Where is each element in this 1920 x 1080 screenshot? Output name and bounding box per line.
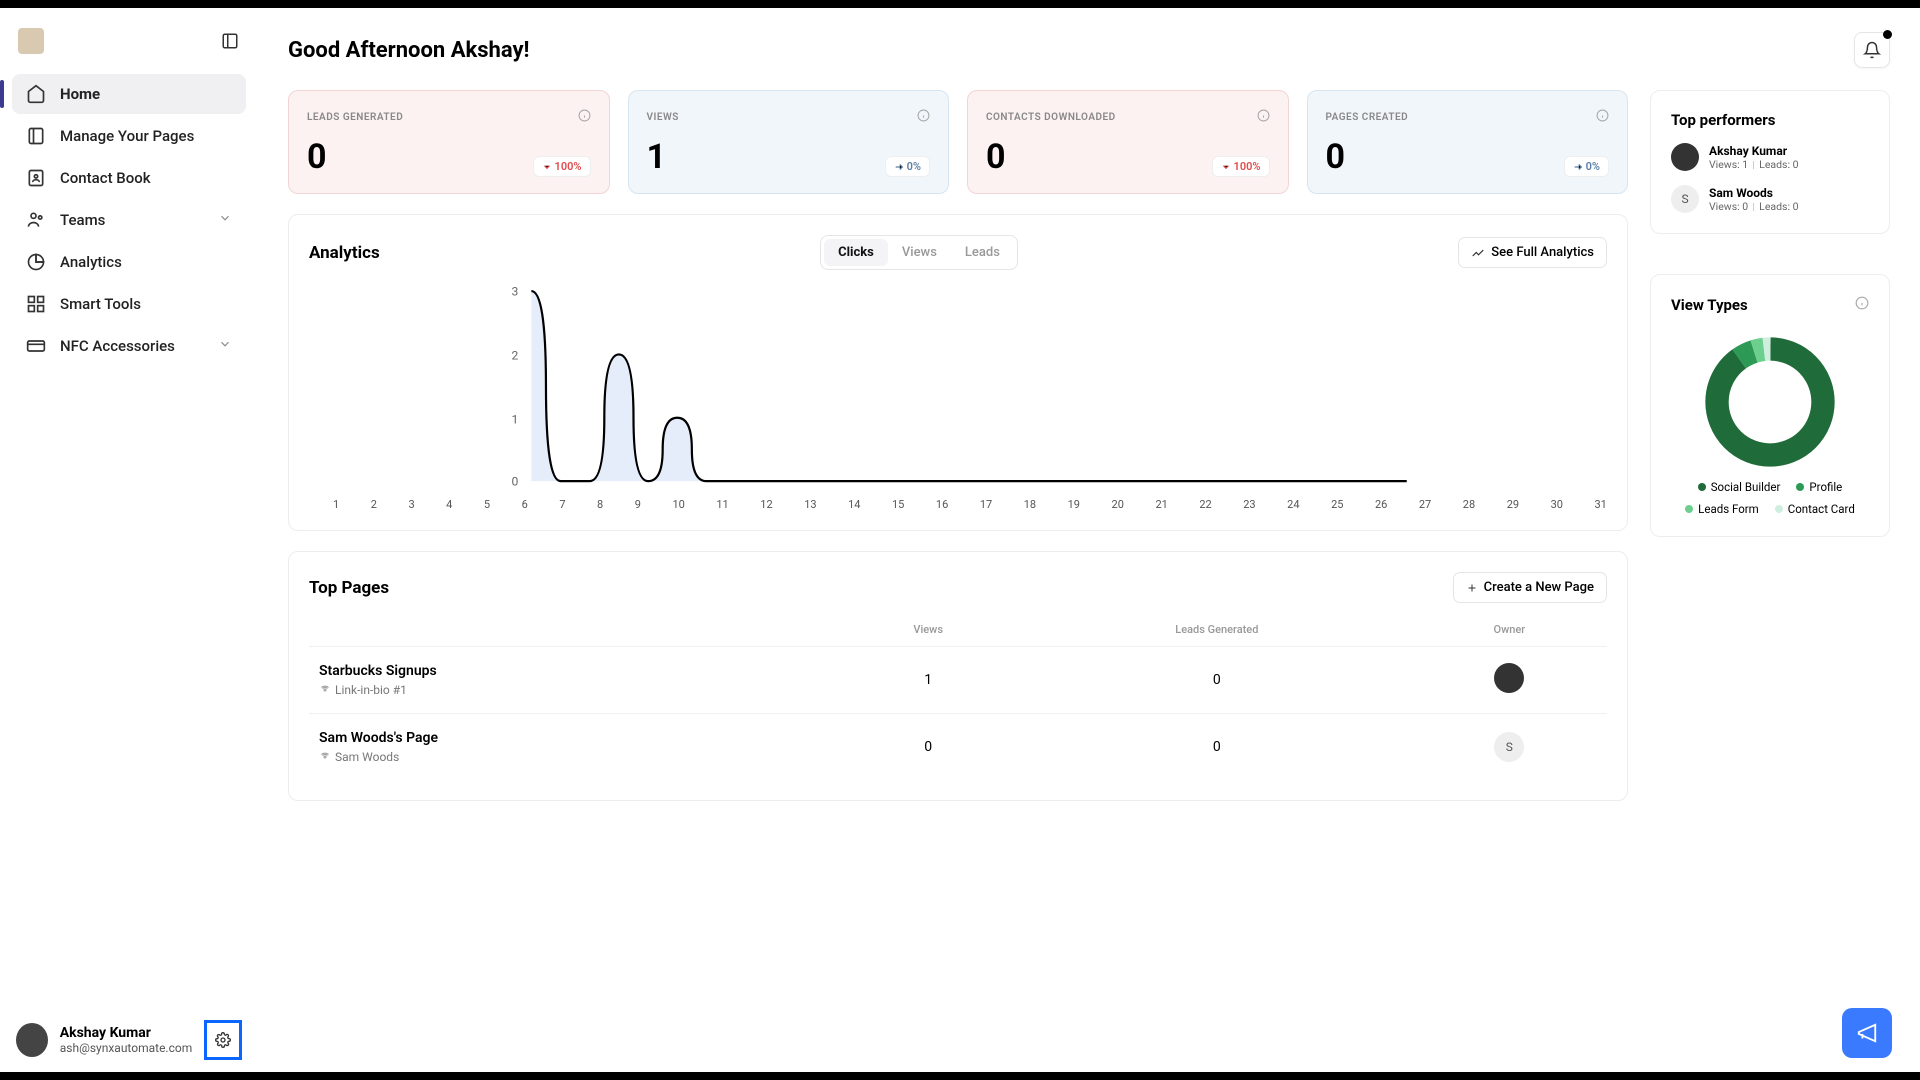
legend-item: Contact Card [1775, 502, 1855, 516]
sidebar-item-contact-book[interactable]: Contact Book [12, 158, 246, 198]
avatar: S [1671, 185, 1699, 213]
svg-text:1: 1 [511, 413, 518, 427]
brand-logo[interactable] [18, 28, 44, 54]
chevron-down-icon [218, 337, 232, 355]
sidebar-item-home[interactable]: Home [12, 74, 246, 114]
sidebar-item-nfc-accessories[interactable]: NFC Accessories [12, 326, 246, 366]
analytics-chart: 3 2 1 0 [309, 280, 1607, 490]
info-icon[interactable] [917, 109, 930, 125]
nav-icon [26, 126, 46, 146]
svg-text:3: 3 [511, 284, 518, 298]
user-avatar[interactable] [16, 1023, 48, 1057]
avatar [1671, 143, 1699, 171]
analytics-tabs: ClicksViewsLeads [820, 235, 1018, 270]
nav-icon [26, 168, 46, 188]
see-full-analytics-button[interactable]: See Full Analytics [1458, 237, 1607, 268]
view-types-title: View Types [1671, 296, 1748, 314]
tab-views[interactable]: Views [888, 239, 951, 266]
legend-item: Social Builder [1698, 480, 1781, 494]
info-icon[interactable] [578, 109, 591, 125]
owner-avatar [1494, 663, 1524, 693]
stat-delta: 100% [1212, 156, 1270, 177]
sidebar-item-smart-tools[interactable]: Smart Tools [12, 284, 246, 324]
sidebar-item-analytics[interactable]: Analytics [12, 242, 246, 282]
notifications-button[interactable] [1854, 32, 1890, 68]
greeting-title: Good Afternoon Akshay! [288, 38, 529, 63]
performer-item[interactable]: SSam WoodsViews: 0Leads: 0 [1671, 185, 1869, 213]
stat-delta: 0% [1564, 156, 1609, 177]
settings-button[interactable] [204, 1020, 242, 1060]
user-email: ash@synxautomate.com [60, 1041, 193, 1055]
stat-card-contacts-downloaded: CONTACTS DOWNLOADED0 100% [967, 90, 1289, 194]
stat-card-views: VIEWS1 0% [628, 90, 950, 194]
stat-card-pages-created: PAGES CREATED0 0% [1307, 90, 1629, 194]
nav-icon [26, 294, 46, 314]
svg-text:2: 2 [511, 349, 518, 363]
stat-card-leads-generated: LEADS GENERATED0 100% [288, 90, 610, 194]
nav-icon [26, 84, 46, 104]
top-pages-title: Top Pages [309, 578, 389, 598]
info-icon[interactable] [1257, 109, 1270, 125]
nav-icon [26, 336, 46, 356]
owner-avatar: S [1494, 732, 1524, 762]
notification-dot [1883, 30, 1892, 39]
top-performers-title: Top performers [1671, 111, 1869, 129]
analytics-title: Analytics [309, 243, 380, 263]
stat-delta: 0% [885, 156, 930, 177]
collapse-sidebar-icon[interactable] [220, 31, 240, 51]
info-icon[interactable] [1596, 109, 1609, 125]
sidebar: HomeManage Your PagesContact BookTeamsAn… [0, 8, 258, 1080]
tab-clicks[interactable]: Clicks [824, 239, 888, 266]
sidebar-item-teams[interactable]: Teams [12, 200, 246, 240]
stat-delta: 100% [533, 156, 591, 177]
legend-item: Profile [1796, 480, 1842, 494]
announce-button[interactable] [1842, 1008, 1892, 1058]
nav-icon [26, 210, 46, 230]
info-icon[interactable] [1855, 295, 1869, 314]
legend-item: Leads Form [1685, 502, 1759, 516]
table-row[interactable]: Sam Woods's PageSam Woods00S [309, 714, 1607, 781]
performer-item[interactable]: Akshay KumarViews: 1Leads: 0 [1671, 143, 1869, 171]
table-row[interactable]: Starbucks SignupsLink-in-bio #110 [309, 647, 1607, 714]
sidebar-item-manage-your-pages[interactable]: Manage Your Pages [12, 116, 246, 156]
svg-text:0: 0 [511, 475, 518, 489]
user-name: Akshay Kumar [60, 1025, 193, 1041]
chevron-down-icon [218, 211, 232, 229]
tab-leads[interactable]: Leads [951, 239, 1014, 266]
nav-icon [26, 252, 46, 272]
view-types-donut [1700, 332, 1840, 472]
create-new-page-button[interactable]: Create a New Page [1453, 572, 1607, 603]
